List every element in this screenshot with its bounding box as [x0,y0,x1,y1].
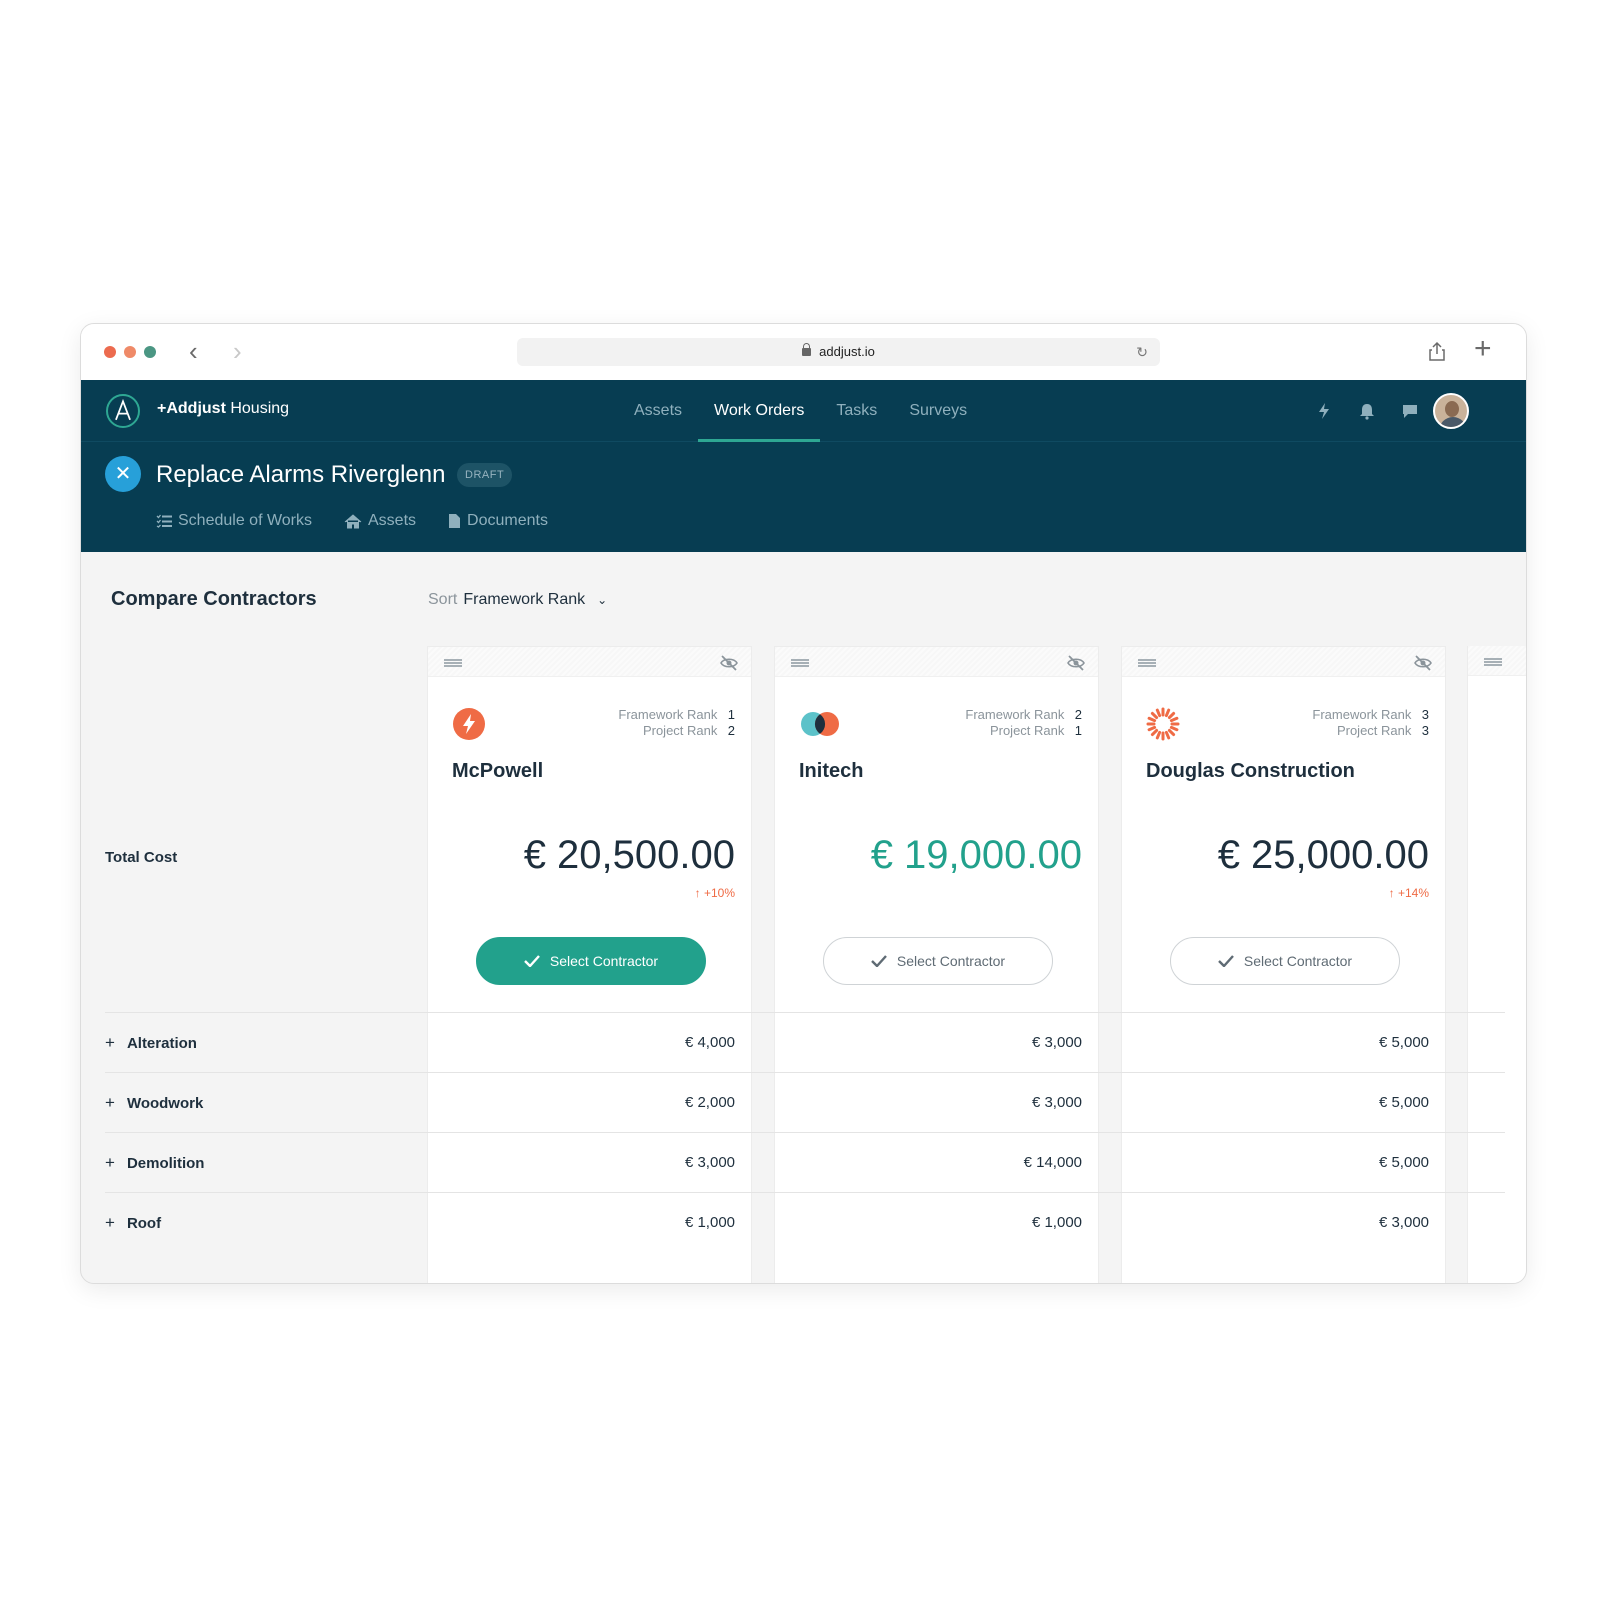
browser-chrome: ‹ › addjust.io ↻ + [81,324,1526,380]
expand-plus-icon: + [105,1153,115,1172]
chat-icon[interactable] [1401,402,1419,420]
total-cost-value: € 19,000.00 [870,833,1082,877]
main-nav: Assets Work Orders Tasks Surveys [618,380,983,442]
back-arrow-icon[interactable]: ‹ [189,338,198,364]
rank-info: Framework Rank 3 Project Rank 3 [1312,707,1429,738]
check-icon [524,955,540,967]
project-rank-value: 3 [1421,723,1429,738]
check-icon [1218,955,1234,967]
select-contractor-button[interactable]: Select Contractor [1170,937,1400,985]
tools-icon: ✕ [105,456,141,492]
drag-handle-icon[interactable] [1138,659,1156,667]
project-rank-value: 1 [1074,723,1082,738]
select-contractor-button[interactable]: Select Contractor [476,937,706,985]
mcpowell-logo-icon [453,708,485,740]
rank-info: Framework Rank 1 Project Rank 2 [618,707,735,738]
url-text: addjust.io [819,344,875,359]
drag-handle-icon[interactable] [791,659,809,667]
tab-assets[interactable]: Assets [344,512,416,530]
brand-name[interactable]: +Addjust Housing [157,400,289,418]
close-window-button[interactable] [104,346,116,358]
total-cost-value: € 20,500.00 [523,833,735,877]
table-row[interactable]: + Roof € 1,000 € 1,000 € 3,000 [105,1192,1505,1253]
document-icon [449,514,461,528]
project-header: ✕ Replace Alarms Riverglenn DRAFT Schedu… [81,442,1526,552]
arrow-up-icon: ↑ [694,886,701,900]
project-title: Replace Alarms Riverglenn [156,461,446,488]
eye-slash-icon[interactable] [1066,653,1086,673]
nav-work-orders[interactable]: Work Orders [698,380,821,442]
new-tab-icon[interactable]: + [1474,334,1492,364]
expand-plus-icon: + [105,1033,115,1052]
total-cost-label: Total Cost [105,849,178,866]
app-header: +Addjust Housing Assets Work Orders Task… [81,380,1526,442]
maximize-window-button[interactable] [144,346,156,358]
addjust-logo-icon[interactable] [106,394,140,428]
initech-logo-icon [801,712,839,736]
reload-icon[interactable]: ↻ [1136,338,1148,366]
table-row[interactable]: + Alteration € 4,000 € 3,000 € 5,000 [105,1012,1505,1073]
cost-change: ↑ +14% [1388,886,1429,900]
status-badge: DRAFT [457,463,513,487]
project-subnav: Schedule of Works Assets Documents [156,512,580,530]
minimize-window-button[interactable] [124,346,136,358]
user-avatar[interactable] [1433,393,1469,429]
nav-assets[interactable]: Assets [618,380,698,442]
select-contractor-button[interactable]: Select Contractor [823,937,1053,985]
sort-value: Framework Rank [463,591,586,608]
page-title: Compare Contractors [111,588,317,610]
eye-slash-icon[interactable] [1413,653,1433,673]
contractor-name: McPowell [452,760,544,782]
sort-label: Sort [428,591,458,608]
contractor-name: Initech [799,760,864,782]
bell-icon[interactable] [1358,402,1376,420]
tab-schedule-of-works[interactable]: Schedule of Works [156,512,312,530]
share-icon[interactable] [1426,340,1448,362]
eye-slash-icon[interactable] [719,653,739,673]
lock-icon [802,343,812,356]
home-icon [344,513,362,528]
address-bar[interactable]: addjust.io ↻ [517,338,1160,366]
check-icon [871,955,887,967]
expand-plus-icon: + [105,1213,115,1232]
framework-rank-value: 3 [1421,707,1429,722]
sort-dropdown[interactable]: Sort Framework Rank ⌄ [428,591,607,609]
nav-tasks[interactable]: Tasks [820,380,893,442]
cost-change: ↑ +10% [694,886,735,900]
contractor-name: Douglas Construction [1146,760,1355,782]
tab-documents[interactable]: Documents [448,512,548,530]
forward-arrow-icon[interactable]: › [233,338,242,364]
framework-rank-value: 1 [727,707,735,722]
total-cost-value: € 25,000.00 [1217,833,1429,877]
douglas-logo-icon [1146,707,1180,741]
chevron-down-icon: ⌄ [597,593,608,607]
nav-surveys[interactable]: Surveys [893,380,983,442]
expand-plus-icon: + [105,1093,115,1112]
browser-window: ‹ › addjust.io ↻ + +Addjust Housing Asse… [80,323,1527,1284]
drag-handle-icon[interactable] [444,659,462,667]
rank-info: Framework Rank 2 Project Rank 1 [965,707,1082,738]
lightning-icon[interactable] [1315,402,1333,420]
framework-rank-value: 2 [1074,707,1082,722]
project-rank-value: 2 [727,723,735,738]
list-check-icon [156,514,172,528]
table-row[interactable]: + Woodwork € 2,000 € 3,000 € 5,000 [105,1072,1505,1133]
arrow-up-icon: ↑ [1388,886,1395,900]
table-row[interactable]: + Demolition € 3,000 € 14,000 € 5,000 [105,1132,1505,1193]
drag-handle-icon[interactable] [1484,658,1502,666]
